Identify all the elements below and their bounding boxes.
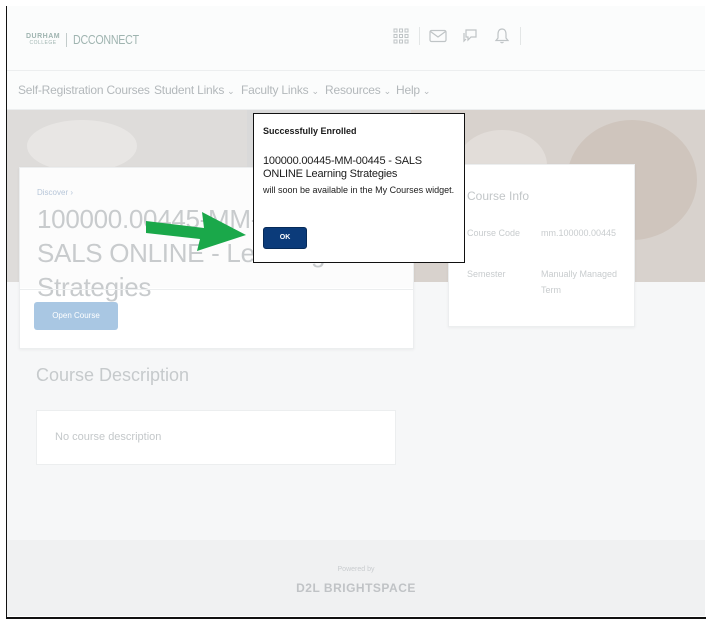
dialog-course-name: 100000.00445-MM-00445 - SALS ONLINE Lear… [263,155,422,180]
course-code-label: Course Code [467,228,521,238]
browser-page: DURHAM COLLEGE DCCONNECT Self-Registrati… [7,6,705,616]
course-info-title: Course Info [467,189,530,203]
chevron-down-icon: ⌄ [227,86,235,96]
chevron-down-icon: ⌄ [422,86,431,96]
powered-by-text: Powered by [337,566,375,573]
header-separator [419,27,420,45]
logo-durham-text: DURHAM [26,32,61,40]
top-header: DURHAM COLLEGE DCCONNECT [7,6,705,71]
nav-student-links[interactable]: Student Links ⌄ [154,83,235,97]
update-alerts-bell-icon[interactable] [492,26,512,46]
dialog-message: will soon be available in the My Courses… [263,185,455,195]
logo-dcconnect: DCCONNECT [73,32,140,47]
course-info-card: Course Info Course Code mm.100000.00445 … [448,164,635,327]
logo-durham-college: DURHAM COLLEGE [26,32,61,46]
nav-label: Faculty Links [241,83,309,97]
chevron-down-icon: ⌄ [383,86,392,96]
course-code-value: mm.100000.00445 [541,228,617,238]
message-alerts-icon[interactable] [428,26,448,46]
nav-label: Resources [325,83,381,97]
header-separator-right [520,27,521,45]
header-icons [391,26,529,46]
page-footer: Powered by D2L BRIGHTSPACE [7,540,705,616]
ok-button[interactable]: OK [263,227,307,249]
nav-faculty-links[interactable]: Faculty Links ⌄ [241,83,319,97]
breadcrumb-discover[interactable]: Discover › [37,188,73,197]
semester-value: Manually Managed Term [541,269,618,295]
semester-label: Semester [467,269,506,279]
nav-label: Help [396,83,420,97]
nav-resources[interactable]: Resources ⌄ [325,83,391,97]
nav-self-registration-courses[interactable]: Self-Registration Courses [18,83,150,97]
nav-label: Student Links [154,83,225,97]
subscription-alerts-icon[interactable] [460,26,480,46]
green-arrow-annotation [146,212,246,251]
course-description-heading: Course Description [36,365,190,385]
brightspace-logo[interactable]: D2L BRIGHTSPACE [7,581,705,595]
chevron-down-icon: ⌄ [311,86,319,96]
course-selector-grid-icon[interactable] [391,26,411,46]
logo-college-text: COLLEGE [29,39,57,46]
dialog-title: Successfully Enrolled [263,126,357,136]
course-description-text: No course description [55,431,162,443]
college-logo[interactable]: DURHAM COLLEGE DCCONNECT [26,32,153,47]
nav-help[interactable]: Help ⌄ [396,83,430,97]
main-navbar: Self-Registration Courses Student Links ⌄… [7,71,705,110]
enrollment-success-dialog: Successfully Enrolled 100000.00445-MM-00… [253,113,465,263]
logo-divider [66,32,68,47]
banner-shape [27,120,137,172]
open-course-button[interactable]: Open Course [34,302,118,330]
card-divider [20,289,413,290]
course-description-box: No course description [36,410,396,465]
nav-label: Self-Registration Courses [18,83,150,97]
arrow-shape [146,212,246,251]
